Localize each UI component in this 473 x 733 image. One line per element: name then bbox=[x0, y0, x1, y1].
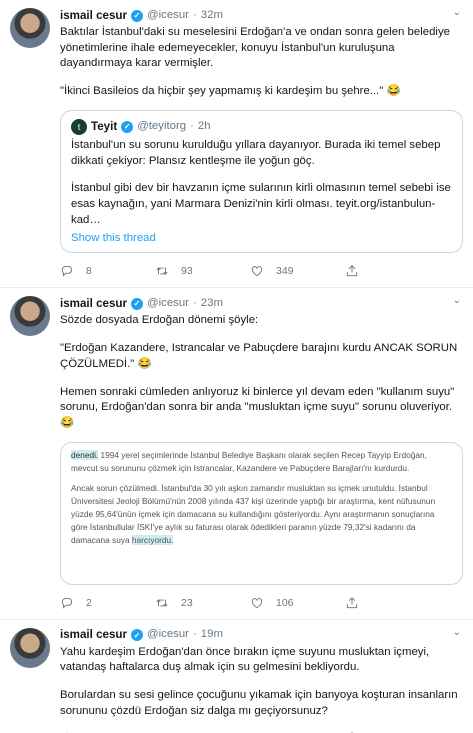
author-handle[interactable]: @icesur bbox=[147, 627, 189, 643]
image-text-paragraph: denedi. 1994 yerel seçimlerinde İstanbul… bbox=[71, 449, 452, 475]
tweet[interactable]: ⌄ ismail cesur ✓ @icesur · 19m Yahu kard… bbox=[0, 620, 473, 733]
quoted-author-handle: @teyitorg bbox=[137, 120, 187, 133]
like-button[interactable]: 349 bbox=[250, 264, 345, 278]
retweet-icon bbox=[156, 599, 168, 607]
heart-icon bbox=[251, 597, 263, 608]
quoted-author-name: Teyit bbox=[91, 119, 118, 133]
tweet-text: Sözde dosyada Erdoğan dönemi şöyle: "Erd… bbox=[60, 313, 463, 431]
tweet[interactable]: ⌄ ismail cesur ✓ @icesur · 32m Baktılar … bbox=[0, 0, 473, 289]
chevron-down-icon[interactable]: ⌄ bbox=[453, 6, 461, 20]
avatar[interactable] bbox=[10, 296, 50, 337]
image-text: 1994 yerel seçimlerinde İstanbul Belediy… bbox=[71, 449, 427, 473]
tweet-header: ismail cesur ✓ @icesur · 19m bbox=[60, 628, 463, 643]
quoted-tweet-header: t Teyit ✓ @teyitorg · 2h bbox=[71, 118, 452, 135]
retweet-button[interactable]: 23 bbox=[155, 596, 250, 610]
author-name[interactable]: ismail cesur bbox=[60, 627, 127, 643]
tweet[interactable]: ⌄ ismail cesur ✓ @icesur · 23m Sözde dos… bbox=[0, 288, 473, 620]
separator-dot: · bbox=[192, 296, 197, 309]
verified-badge-icon: ✓ bbox=[131, 9, 144, 22]
chevron-down-icon[interactable]: ⌄ bbox=[453, 294, 461, 308]
verified-badge-icon: ✓ bbox=[131, 629, 144, 642]
verified-badge-icon: ✓ bbox=[131, 297, 144, 310]
share-button[interactable] bbox=[345, 596, 359, 610]
reply-button[interactable]: 8 bbox=[60, 264, 155, 278]
author-handle[interactable]: @icesur bbox=[147, 296, 189, 312]
image-text-paragraph: Ancak sorun çözülmedi. İstanbul'da 30 yı… bbox=[71, 482, 452, 546]
share-icon bbox=[346, 265, 358, 277]
tweet-paragraph: Hemen sonraki cümleden anlıyoruz ki binl… bbox=[60, 385, 455, 430]
image-text: Ancak sorun çözülmedi. İstanbul'da 30 yı… bbox=[71, 483, 436, 545]
retweet-count: 93 bbox=[181, 265, 193, 278]
image-highlight: denedi. bbox=[71, 449, 99, 460]
image-highlight: harcıyordu. bbox=[131, 534, 174, 545]
share-icon bbox=[346, 596, 358, 608]
tweet-header: ismail cesur ✓ @icesur · 32m bbox=[60, 8, 463, 23]
tweet-header: ismail cesur ✓ @icesur · 23m bbox=[60, 296, 463, 311]
author-handle[interactable]: @icesur bbox=[147, 8, 189, 24]
author-name[interactable]: ismail cesur bbox=[60, 296, 127, 312]
avatar[interactable] bbox=[10, 8, 50, 48]
reply-icon bbox=[61, 597, 73, 609]
tweet-paragraph: "Erdoğan Kazandere, Istrancalar ve Pabuç… bbox=[60, 342, 458, 370]
like-count: 106 bbox=[276, 596, 294, 609]
heart-icon bbox=[251, 266, 263, 277]
tweet-paragraph: Yahu kardeşim Erdoğan'dan önce bırakın i… bbox=[60, 645, 430, 674]
retweet-button[interactable]: 93 bbox=[155, 264, 250, 278]
attached-image[interactable]: denedi. 1994 yerel seçimlerinde İstanbul… bbox=[60, 441, 463, 585]
separator-dot: · bbox=[192, 8, 197, 21]
quoted-tweet-time: 2h bbox=[197, 120, 211, 133]
tweet-time[interactable]: 32m bbox=[201, 8, 223, 24]
quoted-tweet-text: İstanbul'un su sorunu kurulduğu yıllara … bbox=[71, 138, 452, 229]
retweet-count: 23 bbox=[181, 596, 193, 609]
show-thread-link[interactable]: Show this thread bbox=[71, 231, 452, 247]
tweet-paragraph: Sözde dosyada Erdoğan dönemi şöyle: bbox=[60, 314, 259, 327]
quoted-paragraph: İstanbul gibi dev bir havzanın içme sula… bbox=[71, 182, 451, 226]
tweet-actions: 2 23 106 bbox=[60, 595, 463, 611]
verified-badge-icon: ✓ bbox=[121, 120, 134, 133]
tweet-time[interactable]: 19m bbox=[201, 627, 223, 643]
tweet-paragraph: Borulardan su sesi gelince çocuğunu yıka… bbox=[60, 689, 458, 717]
teyit-logo-icon: t bbox=[71, 118, 87, 135]
tweet-text: Yahu kardeşim Erdoğan'dan önce bırakın i… bbox=[60, 645, 463, 720]
tweet-time[interactable]: 23m bbox=[201, 296, 223, 312]
quoted-paragraph: İstanbul'un su sorunu kurulduğu yıllara … bbox=[71, 138, 441, 167]
chevron-down-icon[interactable]: ⌄ bbox=[453, 626, 461, 640]
reply-count: 2 bbox=[86, 596, 92, 609]
tweet-paragraph: "İkinci Basileios da hiçbir şey yapmamış… bbox=[60, 85, 401, 98]
reply-count: 8 bbox=[86, 265, 92, 278]
tweet-actions: 8 93 349 bbox=[60, 263, 463, 279]
quoted-tweet[interactable]: t Teyit ✓ @teyitorg · 2h İstanbul'un su … bbox=[60, 109, 463, 254]
separator-dot: · bbox=[192, 628, 197, 641]
like-count: 349 bbox=[276, 265, 294, 278]
reply-button[interactable]: 2 bbox=[60, 596, 155, 610]
tweet-paragraph: Baktılar İstanbul'daki su meselesini Erd… bbox=[60, 26, 450, 70]
share-button[interactable] bbox=[345, 264, 359, 278]
author-name[interactable]: ismail cesur bbox=[60, 8, 127, 24]
reply-icon bbox=[61, 266, 73, 278]
avatar[interactable] bbox=[10, 627, 50, 668]
like-button[interactable]: 106 bbox=[250, 596, 345, 610]
retweet-icon bbox=[156, 267, 168, 275]
separator-dot: · bbox=[190, 120, 194, 133]
tweet-text: Baktılar İstanbul'daki su meselesini Erd… bbox=[60, 25, 463, 100]
